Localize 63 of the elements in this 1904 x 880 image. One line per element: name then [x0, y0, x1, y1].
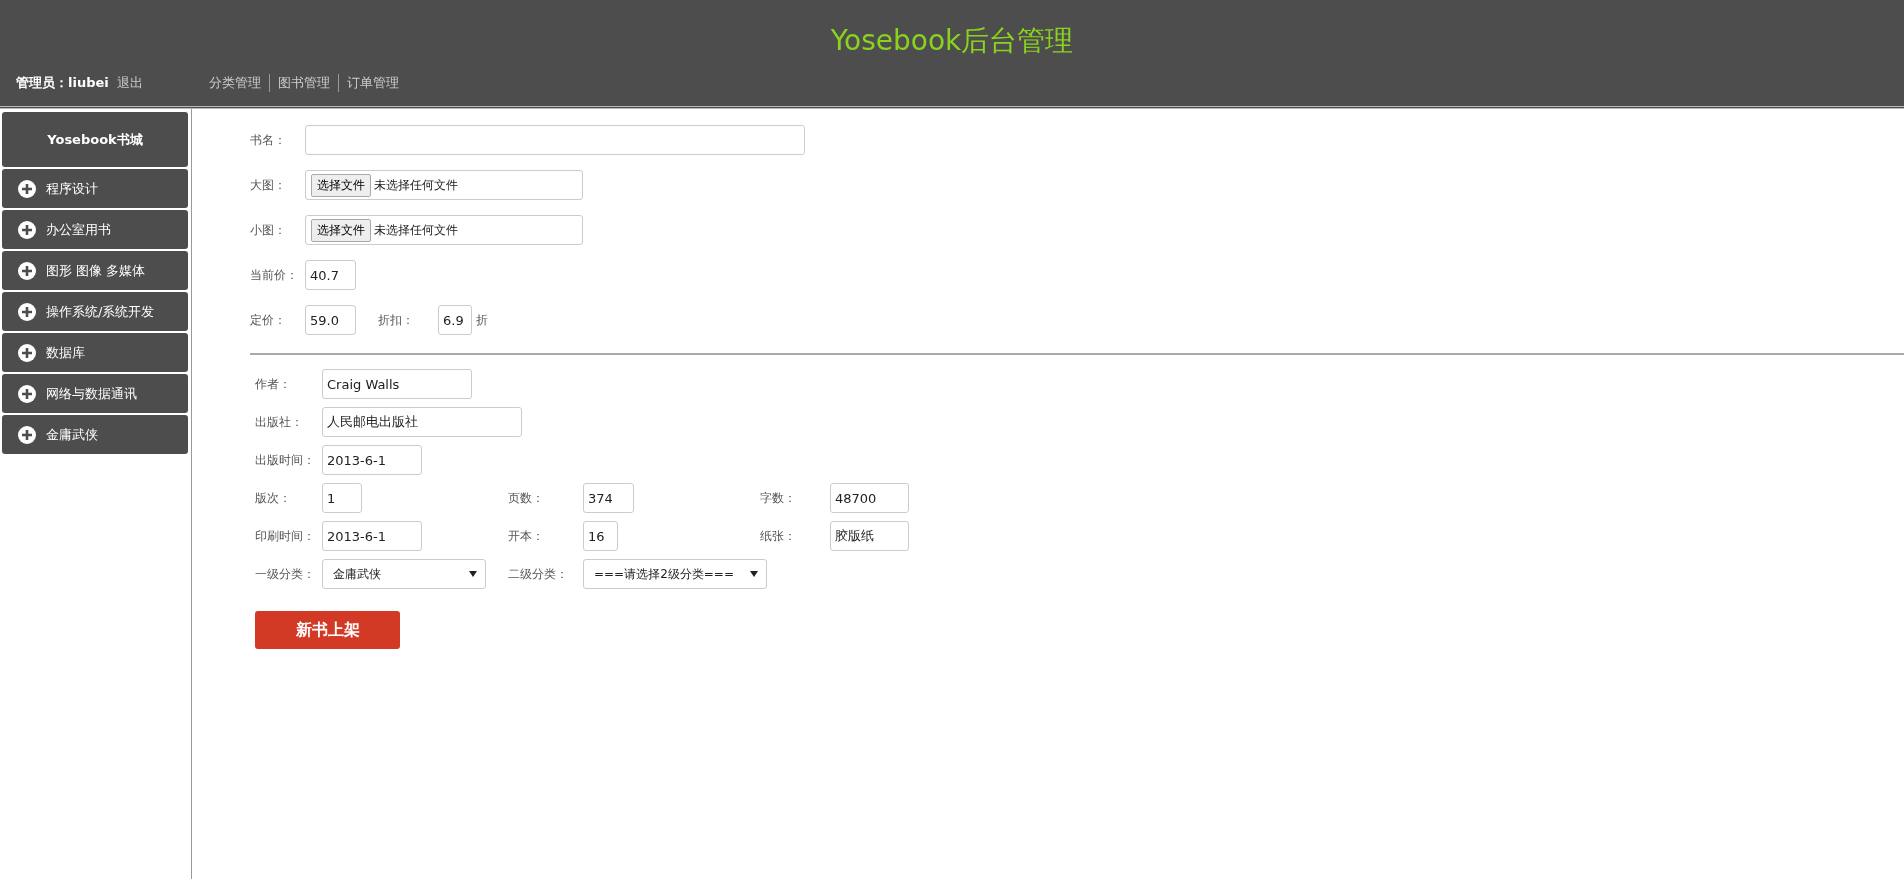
field-label: 印刷时间：	[255, 527, 316, 545]
field-label: 当前价：	[250, 266, 299, 284]
sidebar-item[interactable]: 操作系统/系统开发	[2, 292, 188, 331]
file-field[interactable]: 选择文件 未选择任何文件	[305, 170, 583, 200]
plus-icon	[18, 261, 36, 280]
site-title: Yosebook后台管理	[830, 23, 1074, 59]
sidebar-item[interactable]: 图形 图像 多媒体	[2, 251, 188, 290]
text-field[interactable]: 2013-6-1	[322, 445, 422, 475]
field-label: 纸张：	[760, 527, 797, 545]
field-label: 页数：	[508, 489, 545, 507]
sidebar-item[interactable]: 金庸武侠	[2, 415, 188, 454]
caret-icon	[750, 571, 758, 577]
submit-button[interactable]: 新书上架	[255, 611, 400, 649]
field-label: 折扣：	[378, 311, 415, 329]
field-label: 开本：	[508, 527, 545, 545]
text-field[interactable]: 16	[583, 521, 618, 551]
field-label: 作者：	[255, 375, 292, 393]
choose-file-button[interactable]: 选择文件	[311, 218, 371, 242]
plus-icon	[18, 425, 36, 444]
field-label: 一级分类：	[255, 565, 316, 583]
dropdown-field[interactable]: 金庸武侠	[322, 559, 486, 589]
sidebar-item[interactable]: 办公室用书	[2, 210, 188, 249]
plus-icon	[18, 179, 36, 198]
text-field[interactable]: 胶版纸	[830, 521, 909, 551]
file-status: 未选择任何文件	[374, 176, 458, 194]
dropdown-field[interactable]: ===请选择2级分类===	[583, 559, 767, 589]
field-label: 二级分类：	[508, 565, 569, 583]
choose-file-button[interactable]: 选择文件	[311, 173, 371, 197]
sidebar-item[interactable]: 数据库	[2, 333, 188, 372]
field-label: 出版社：	[255, 413, 304, 431]
text-field[interactable]: 40.7	[305, 260, 356, 290]
field-label: 字数：	[760, 489, 797, 507]
field-label: 书名：	[250, 131, 287, 149]
text-field[interactable]: 59.0	[305, 305, 356, 335]
field-label: 版次：	[255, 489, 292, 507]
text-field[interactable]: 1	[322, 483, 362, 513]
plus-icon	[18, 384, 36, 403]
field-label: 大图：	[250, 176, 287, 194]
sidebar-title: Yosebook书城	[2, 112, 188, 167]
text-field[interactable]: 374	[583, 483, 634, 513]
file-field[interactable]: 选择文件 未选择任何文件	[305, 215, 583, 245]
sidebar-item[interactable]: 网络与数据通讯	[2, 374, 188, 413]
plus-icon	[18, 220, 36, 239]
admin-label: 管理员：liubei	[16, 74, 109, 92]
text-field[interactable]: 2013-6-1	[322, 521, 422, 551]
nav-link[interactable]: 图书管理	[268, 74, 338, 92]
field-label: 定价：	[250, 311, 287, 329]
logout-link[interactable]: 退出	[116, 74, 143, 92]
text-field[interactable]	[305, 125, 805, 155]
file-status: 未选择任何文件	[374, 221, 458, 239]
text-field[interactable]: Craig Walls	[322, 369, 472, 399]
field-label: 小图：	[250, 221, 287, 239]
plus-icon	[18, 343, 36, 362]
caret-icon	[469, 571, 477, 577]
text-field[interactable]: 48700	[830, 483, 909, 513]
field-label: 出版时间：	[255, 451, 316, 469]
nav-link[interactable]: 订单管理	[337, 74, 407, 92]
sidebar-item[interactable]: 程序设计	[2, 169, 188, 208]
unit-label: 折	[476, 311, 488, 329]
plus-icon	[18, 302, 36, 321]
text-field[interactable]: 6.9	[438, 305, 472, 335]
nav-link[interactable]: 分类管理	[200, 74, 269, 92]
text-field[interactable]: 人民邮电出版社	[322, 407, 522, 437]
